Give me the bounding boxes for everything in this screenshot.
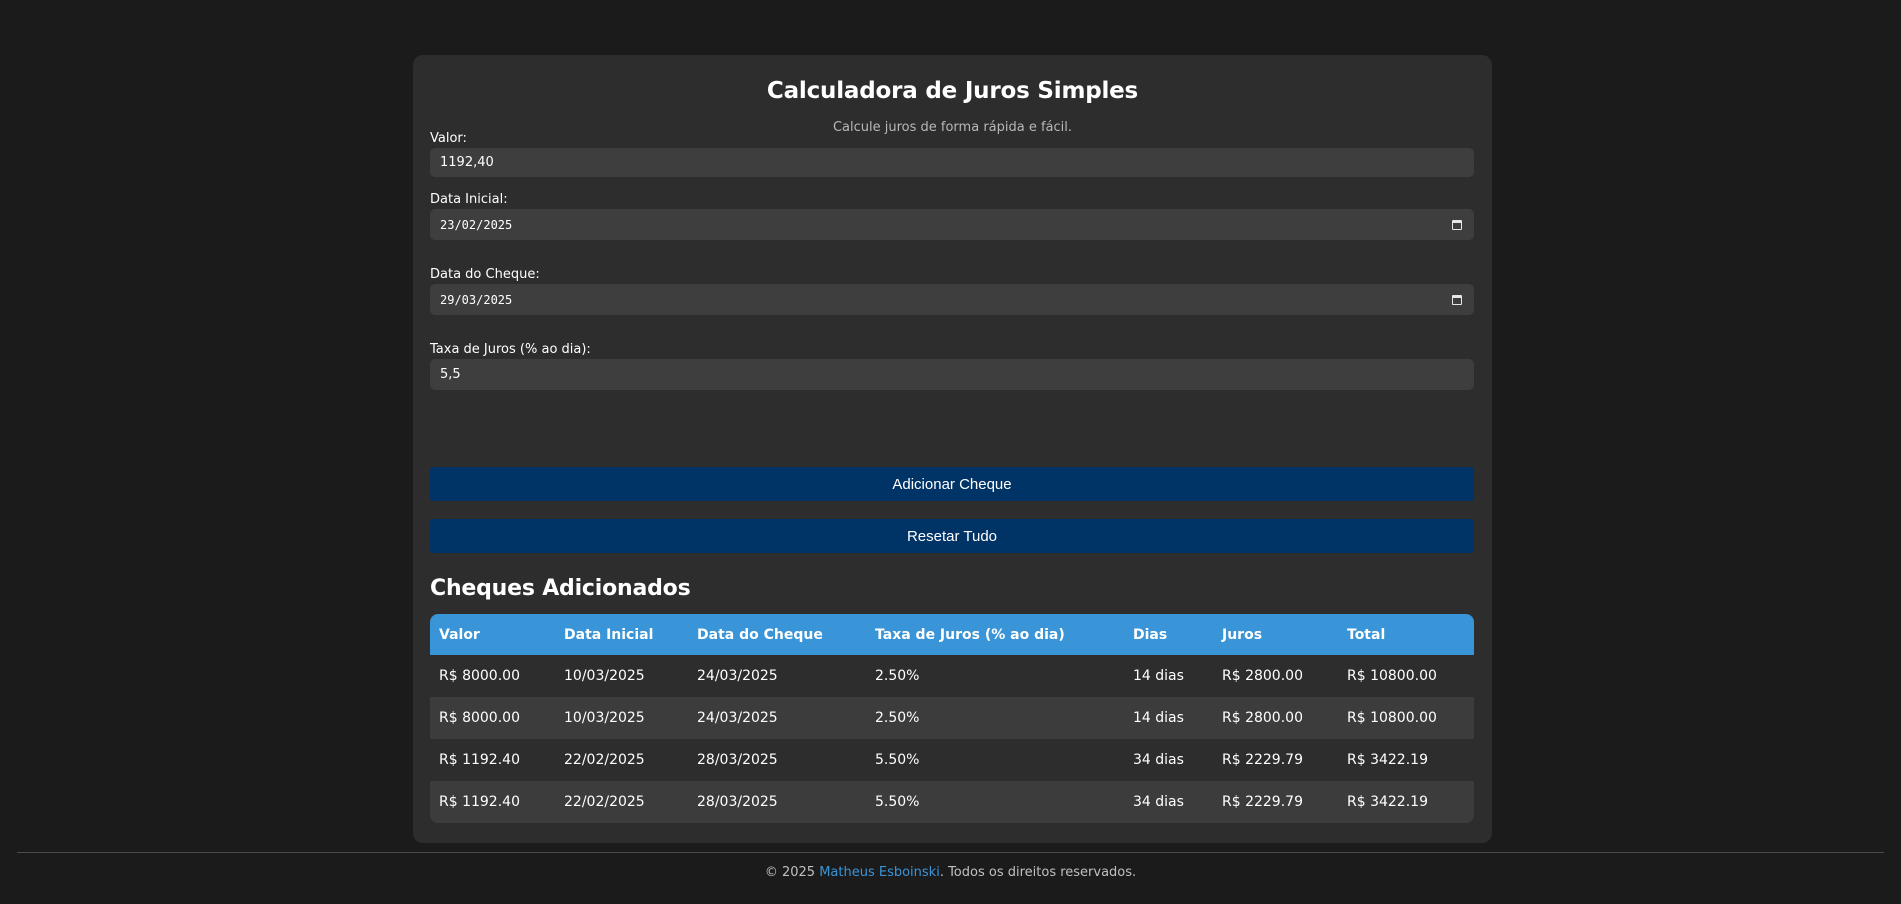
add-cheque-button[interactable]: Adicionar Cheque	[430, 467, 1474, 501]
cheques-table: Valor Data Inicial Data do Cheque Taxa d…	[430, 614, 1474, 823]
author-link[interactable]: Matheus Esboinski	[819, 865, 940, 880]
data-cheque-input[interactable]: 29/03/2025	[430, 284, 1474, 315]
cell-data-inicial: 10/03/2025	[564, 668, 645, 684]
cell-data-inicial: 10/03/2025	[564, 710, 645, 726]
footer: © 2025 Matheus Esboinski. Todos os direi…	[0, 864, 1901, 882]
header-data-inicial: Data Inicial	[564, 626, 654, 643]
section-title: Cheques Adicionados	[430, 576, 691, 601]
cell-data-cheque: 24/03/2025	[697, 710, 778, 726]
data-inicial-input-value: 23/02/2025	[440, 217, 513, 232]
taxa-input-value: 5,5	[440, 367, 461, 382]
cell-taxa: 2.50%	[875, 668, 920, 684]
cell-taxa: 2.50%	[875, 710, 920, 726]
data-cheque-input-value: 29/03/2025	[440, 292, 513, 307]
cell-data-inicial: 22/02/2025	[564, 794, 645, 810]
valor-input[interactable]: 1192,40	[430, 148, 1474, 177]
cell-taxa: 5.50%	[875, 752, 920, 768]
cell-dias: 34 dias	[1133, 752, 1184, 768]
cell-total: R$ 3422.19	[1347, 794, 1428, 810]
cell-data-cheque: 28/03/2025	[697, 752, 778, 768]
footer-rights: . Todos os direitos reservados.	[939, 865, 1137, 880]
taxa-label: Taxa de Juros (% ao dia):	[430, 342, 591, 357]
cell-taxa: 5.50%	[875, 794, 920, 810]
data-inicial-input[interactable]: 23/02/2025	[430, 209, 1474, 240]
cell-dias: 34 dias	[1133, 794, 1184, 810]
cell-valor: R$ 1192.40	[439, 794, 520, 810]
data-cheque-label: Data do Cheque:	[430, 267, 540, 282]
cell-total: R$ 10800.00	[1347, 710, 1437, 726]
cell-juros: R$ 2229.79	[1222, 794, 1303, 810]
data-inicial-label: Data Inicial:	[430, 192, 508, 207]
cell-dias: 14 dias	[1133, 668, 1184, 684]
cell-total: R$ 3422.19	[1347, 752, 1428, 768]
page-subtitle: Calcule juros de forma rápida e fácil.	[832, 120, 1073, 135]
cell-data-inicial: 22/02/2025	[564, 752, 645, 768]
cell-total: R$ 10800.00	[1347, 668, 1437, 684]
cell-juros: R$ 2800.00	[1222, 710, 1303, 726]
cell-data-cheque: 24/03/2025	[697, 668, 778, 684]
reset-button[interactable]: Resetar Tudo	[430, 519, 1474, 553]
footer-copyright: © 2025	[764, 865, 820, 880]
cell-juros: R$ 2800.00	[1222, 668, 1303, 684]
valor-input-value: 1192,40	[440, 155, 494, 170]
header-valor: Valor	[439, 626, 480, 643]
header-taxa: Taxa de Juros (% ao dia)	[875, 626, 1065, 643]
table-row: R$ 1192.40 22/02/2025 28/03/2025 5.50% 3…	[430, 781, 1474, 823]
footer-divider	[17, 852, 1884, 853]
taxa-input[interactable]: 5,5	[430, 359, 1474, 390]
cell-valor: R$ 8000.00	[439, 668, 520, 684]
cell-valor: R$ 1192.40	[439, 752, 520, 768]
header-dias: Dias	[1133, 626, 1168, 643]
table-row: R$ 1192.40 22/02/2025 28/03/2025 5.50% 3…	[430, 739, 1474, 781]
table-row: R$ 8000.00 10/03/2025 24/03/2025 2.50% 1…	[430, 697, 1474, 739]
cell-valor: R$ 8000.00	[439, 710, 520, 726]
calendar-icon[interactable]	[1452, 219, 1462, 230]
cell-juros: R$ 2229.79	[1222, 752, 1303, 768]
calendar-icon[interactable]	[1452, 294, 1462, 305]
header-data-cheque: Data do Cheque	[697, 626, 823, 643]
table-header: Valor Data Inicial Data do Cheque Taxa d…	[430, 614, 1474, 655]
cell-dias: 14 dias	[1133, 710, 1184, 726]
valor-label: Valor:	[430, 131, 467, 146]
header-juros: Juros	[1222, 626, 1263, 643]
calculator-card: Calculadora de Juros Simples Calcule jur…	[413, 55, 1492, 843]
cell-data-cheque: 28/03/2025	[697, 794, 778, 810]
header-total: Total	[1347, 626, 1386, 643]
page-title: Calculadora de Juros Simples	[766, 78, 1139, 104]
table-row: R$ 8000.00 10/03/2025 24/03/2025 2.50% 1…	[430, 655, 1474, 697]
